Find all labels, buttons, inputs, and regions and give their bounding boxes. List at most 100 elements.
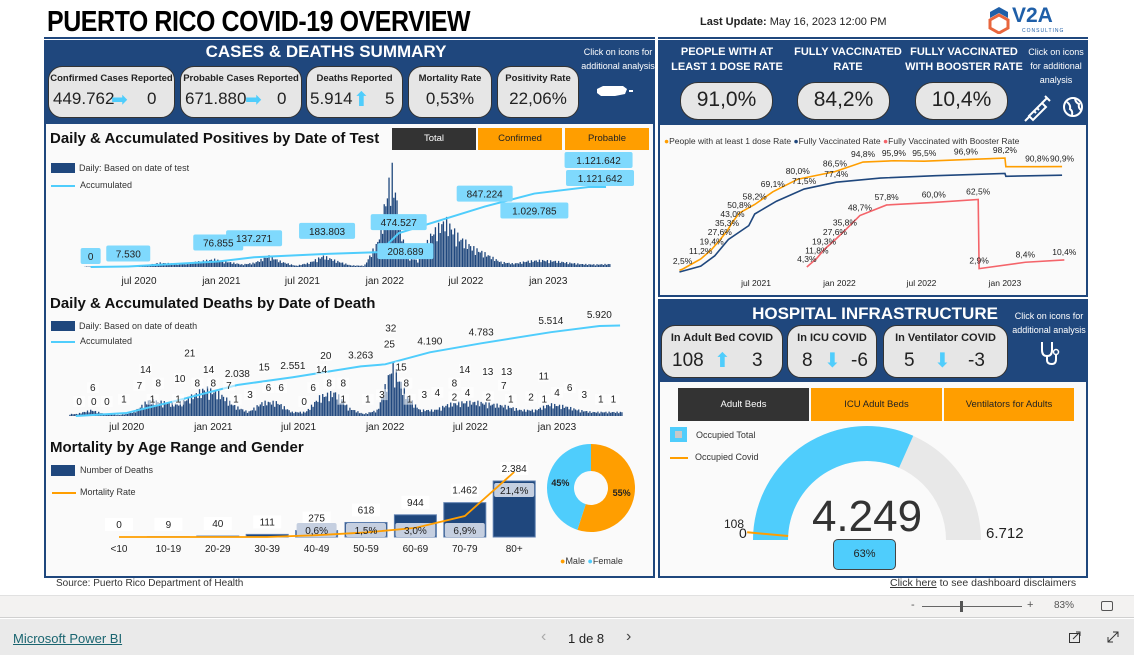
- arrow-up-icon: ⬆: [714, 350, 731, 372]
- card-value: 5: [904, 350, 915, 371]
- card-label: In ICU COVID: [797, 332, 867, 344]
- probable-cases-card[interactable]: Probable Cases Reported 671.880 ➡ 0: [180, 66, 302, 118]
- legend-female: Female: [592, 556, 623, 566]
- gauge-min-label: 0: [739, 525, 747, 541]
- card-value: 8: [802, 350, 813, 371]
- share-icon[interactable]: [1068, 630, 1082, 644]
- adult-bed-covid-card[interactable]: In Adult Bed COVID 108 ⬆ 3: [661, 325, 783, 378]
- zoom-level: 83%: [1054, 600, 1075, 611]
- fullscreen-icon[interactable]: [1106, 630, 1120, 644]
- legend-male: Male: [565, 556, 585, 566]
- hospital-hint: Click on icons for additional analysis: [1012, 311, 1086, 335]
- globe-icon[interactable]: [1062, 96, 1084, 118]
- puerto-rico-map-icon[interactable]: [595, 84, 635, 98]
- card-delta: 0: [147, 89, 157, 108]
- card-label: Probable Cases Reported: [183, 73, 299, 84]
- gauge-percent: 63%: [833, 539, 896, 570]
- icu-covid-card[interactable]: In ICU COVID 8 ⬇ -6: [787, 325, 877, 378]
- card-value: 671.880: [185, 89, 247, 108]
- card-value: 0,53%: [425, 89, 475, 108]
- vaccination-legend: ●People with at least 1 dose Rate ●Fully…: [664, 136, 1019, 146]
- legend-gender: ●Male ●Female: [560, 556, 623, 566]
- v2a-logo: V2A CONSULTING: [988, 4, 1068, 36]
- card-value: 5.914: [310, 89, 353, 108]
- zoom-slider-track[interactable]: [922, 606, 1022, 607]
- arrow-right-icon: ➡: [245, 89, 262, 111]
- last-update: Last Update: May 16, 2023 12:00 PM: [700, 16, 886, 28]
- legend-accumulated: Accumulated: [80, 336, 133, 346]
- card-label: In Adult Bed COVID: [670, 332, 774, 344]
- card-delta: -6: [851, 350, 868, 371]
- logo-text: V2A: [1012, 4, 1053, 27]
- card-label: In Ventilator COVID: [895, 332, 996, 344]
- arrow-down-icon: ⬇: [824, 350, 841, 372]
- legend-daily-swatch: [51, 163, 75, 173]
- deaths-chart-title: Daily & Accumulated Deaths by Date of De…: [50, 295, 376, 312]
- legend-1-dose: People with at least 1 dose Rate: [669, 136, 792, 146]
- card-delta: 0: [277, 89, 287, 108]
- legend-accum-swatch: [51, 185, 75, 187]
- syringe-icon[interactable]: [1023, 94, 1051, 122]
- legend-covid-swatch: [670, 457, 688, 459]
- gauge-value: 4.249: [811, 492, 923, 541]
- kpi-booster-rate[interactable]: 10,4%: [915, 82, 1008, 120]
- legend-daily: Daily: Based on date of death: [79, 321, 198, 331]
- header-divider: [44, 37, 655, 39]
- mortality-chart-title: Mortality by Age Range and Gender: [50, 439, 304, 456]
- deaths-reported-card[interactable]: Deaths Reported 5.914 ⬆ 5: [306, 66, 403, 118]
- tab-ventilators-for-adults[interactable]: Ventilators for Adults: [944, 388, 1074, 421]
- v2a-logo-mark-icon: [988, 7, 1010, 34]
- legend-booster: Fully Vaccinated with Booster Rate: [888, 136, 1020, 146]
- stethoscope-icon[interactable]: [1037, 340, 1061, 366]
- prev-page-button[interactable]: ‹: [541, 628, 546, 646]
- card-value: 449.762: [53, 89, 115, 108]
- ventilator-covid-card[interactable]: In Ventilator COVID 5 ⬇ -3: [883, 325, 1008, 378]
- logo-subtext: CONSULTING: [1022, 28, 1065, 34]
- card-value: 22,06%: [509, 89, 567, 108]
- hospital-title: HOSPITAL INFRASTRUCTURE: [752, 304, 998, 323]
- disclaimer-note: Click here to see dashboard disclaimers: [890, 577, 1076, 589]
- legend-daily: Daily: Based on date of test: [79, 163, 190, 173]
- tab-total[interactable]: Total: [392, 128, 476, 150]
- card-label: Positivity Rate: [505, 73, 571, 84]
- gauge-max-label: 6.712: [986, 525, 1024, 542]
- tab-icu-adult-beds[interactable]: ICU Adult Beds: [811, 388, 942, 421]
- summary-hint: Click on icons for additional analysis: [581, 47, 655, 71]
- powerbi-link[interactable]: Microsoft Power BI: [13, 631, 122, 646]
- disclaimer-link[interactable]: Click here: [890, 577, 937, 589]
- next-page-button[interactable]: ›: [626, 628, 631, 646]
- card-label: Mortality Rate: [418, 73, 482, 84]
- legend-daily-swatch: [51, 321, 75, 331]
- arrow-up-icon: ⬆: [353, 89, 370, 111]
- powerbi-bottom-bar: [0, 619, 1134, 655]
- tab-confirmed[interactable]: Confirmed: [478, 128, 562, 150]
- tab-probable[interactable]: Probable: [565, 128, 649, 150]
- zoom-slider-handle[interactable]: [960, 601, 963, 612]
- confirmed-cases-card[interactable]: Confirmed Cases Reported 449.762 ➡ 0: [48, 66, 175, 118]
- legend-deaths: Number of Deaths: [80, 465, 154, 475]
- legend-rate-swatch: [52, 492, 76, 494]
- zoom-in-button[interactable]: +: [1027, 599, 1033, 611]
- tab-adult-beds[interactable]: Adult Beds: [678, 388, 809, 421]
- card-value: 108: [672, 350, 704, 371]
- page-indicator: 1 de 8: [568, 631, 605, 646]
- last-update-label: Last Update:: [700, 16, 767, 28]
- kpi-fully-vaccinated-rate[interactable]: 84,2%: [797, 82, 890, 120]
- positives-chart-title: Daily & Accumulated Positives by Date of…: [50, 130, 380, 147]
- fit-to-page-icon[interactable]: [1101, 601, 1113, 611]
- header-divider: [658, 37, 1088, 39]
- zoom-out-button[interactable]: -: [911, 599, 915, 611]
- legend-accumulated: Accumulated: [80, 180, 133, 190]
- vaccination-hint: Click on icons for additional analysis: [1028, 47, 1084, 85]
- disclaimer-text: to see dashboard disclaimers: [936, 577, 1077, 589]
- positivity-rate-card[interactable]: Positivity Rate 22,06%: [497, 66, 579, 118]
- legend-deaths-swatch: [51, 465, 75, 476]
- legend-accum-swatch: [51, 341, 75, 343]
- summary-title: CASES & DEATHS SUMMARY: [205, 42, 447, 61]
- vaccination-chart-panel: [658, 125, 1088, 297]
- kpi-1-dose-rate[interactable]: 91,0%: [680, 82, 773, 120]
- legend-total-swatch: [670, 427, 687, 442]
- arrow-right-icon: ➡: [111, 89, 128, 111]
- mortality-rate-card[interactable]: Mortality Rate 0,53%: [408, 66, 492, 118]
- kpi-title-booster: FULLY VACCINATED WITH BOOSTER RATE: [905, 46, 1023, 73]
